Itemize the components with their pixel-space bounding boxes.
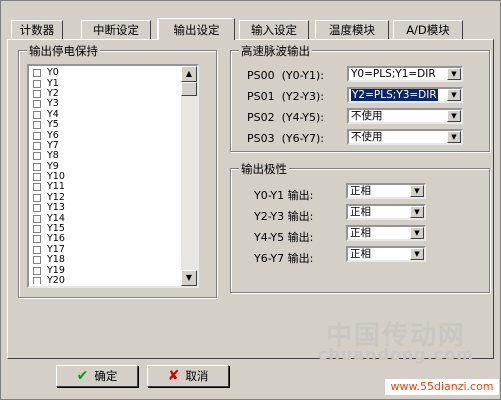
polarity-y2-select[interactable]: 正相 ▼ — [346, 204, 426, 220]
tab-label: 温度模块 — [329, 23, 375, 37]
checkbox[interactable] — [33, 256, 41, 265]
tab-label: 输入设定 — [251, 23, 297, 37]
checkbox[interactable] — [33, 204, 41, 213]
checkbox[interactable] — [33, 225, 41, 234]
polarity-y6-label: Y6-Y7 输出: — [254, 252, 314, 265]
tab-input-settings[interactable]: 输入设定 — [239, 20, 309, 39]
tab-output-settings[interactable]: 输出设定 — [157, 18, 235, 40]
tab-label: A/D模块 — [406, 23, 450, 37]
hold-list-item[interactable]: Y13 — [33, 203, 181, 213]
checkbox[interactable] — [33, 89, 41, 98]
hold-item-label: Y8 — [47, 150, 59, 162]
tab-label: 计数器 — [19, 23, 55, 37]
polarity-y4-label: Y4-Y5 输出: — [254, 231, 314, 244]
hold-listbox[interactable]: Y0 Y1 Y2 Y3 Y4 Y5 Y6 Y7 Y8 Y9 Y10 Y11 Y12 Y13 Y14 Y15 Y1… — [27, 64, 199, 288]
chevron-down-icon[interactable]: ▼ — [447, 110, 461, 122]
checkbox[interactable] — [33, 162, 41, 171]
chevron-down-icon[interactable]: ▼ — [447, 131, 461, 143]
hold-item-label: Y13 — [47, 202, 65, 214]
hold-item-label: Y16 — [47, 233, 65, 245]
tab-temperature-module[interactable]: 温度模块 — [315, 20, 389, 39]
pulse-group-title: 高速脉波输出 — [239, 43, 312, 59]
ps02-value: 不使用 — [351, 110, 383, 122]
checkbox[interactable] — [33, 110, 41, 119]
chevron-down-icon[interactable]: ▼ — [410, 185, 424, 197]
polarity-y0-label: Y0-Y1 输出: — [254, 189, 314, 202]
tab-ad-module[interactable]: A/D模块 — [393, 20, 463, 39]
checkbox[interactable] — [33, 141, 41, 150]
hold-list-item[interactable]: Y5 — [33, 120, 181, 130]
polarity-group-title: 输出极性 — [239, 161, 289, 177]
cancel-button[interactable]: ✘ 取消 — [147, 365, 229, 387]
ps00-label: PS00 (Y0-Y1): — [247, 69, 324, 82]
tab-label: 输出设定 — [173, 23, 220, 37]
checkmark-icon: ✔ — [76, 368, 89, 384]
watermark-url: www.55dianzi.com — [385, 379, 499, 395]
checkbox[interactable] — [33, 100, 41, 109]
ps03-label: PS03 (Y6-Y7): — [247, 132, 324, 145]
checkbox[interactable] — [33, 214, 41, 223]
checkbox[interactable] — [33, 235, 41, 244]
hold-list-item[interactable]: Y18 — [33, 255, 181, 265]
ps01-select[interactable]: Y2=PLS;Y3=DIR ▼ — [347, 87, 463, 103]
checkbox[interactable] — [33, 69, 41, 78]
hold-list-item[interactable]: Y20 — [33, 276, 181, 284]
ps00-select[interactable]: Y0=PLS;Y1=DIR ▼ — [347, 66, 463, 82]
checkbox[interactable] — [33, 152, 41, 161]
polarity-y2-value: 正相 — [350, 206, 371, 218]
polarity-y4-select[interactable]: 正相 ▼ — [346, 225, 426, 241]
chevron-down-icon[interactable]: ▼ — [410, 206, 424, 218]
vertical-scrollbar[interactable]: ▲ ▼ — [181, 66, 197, 286]
checkbox[interactable] — [33, 173, 41, 182]
hold-item-label: Y11 — [47, 181, 65, 193]
polarity-y4-value: 正相 — [350, 227, 371, 239]
ps03-value: 不使用 — [351, 131, 383, 143]
tab-label: 中断设定 — [93, 23, 139, 37]
hold-list-item[interactable]: Y0 — [33, 68, 181, 78]
hold-item-label: Y0 — [47, 68, 59, 79]
ps02-select[interactable]: 不使用 ▼ — [347, 108, 463, 124]
polarity-y2-label: Y2-Y3 输出: — [254, 210, 314, 223]
checkbox[interactable] — [33, 131, 41, 140]
hold-list-items: Y0 Y1 Y2 Y3 Y4 Y5 Y6 Y7 Y8 Y9 Y10 Y11 Y12 Y13 Y14 Y15 Y1… — [33, 68, 181, 284]
hold-item-label: Y20 — [47, 275, 65, 285]
tab-interrupt[interactable]: 中断设定 — [81, 20, 151, 39]
checkbox[interactable] — [33, 183, 41, 192]
polarity-y0-select[interactable]: 正相 ▼ — [346, 183, 426, 199]
scroll-thumb[interactable] — [181, 82, 197, 96]
hold-item-label: Y5 — [47, 119, 59, 131]
ok-button-label: 确定 — [94, 369, 118, 383]
ps03-select[interactable]: 不使用 ▼ — [347, 129, 463, 145]
checkbox[interactable] — [33, 79, 41, 88]
polarity-y0-value: 正相 — [350, 185, 371, 197]
hold-group-title: 输出停电保持 — [27, 43, 100, 59]
tab-counter[interactable]: 计数器 — [11, 20, 63, 39]
hold-item-label: Y3 — [47, 98, 59, 110]
checkbox[interactable] — [33, 266, 41, 275]
chevron-down-icon[interactable]: ▼ — [447, 89, 461, 101]
checkbox[interactable] — [33, 277, 41, 284]
checkbox[interactable] — [33, 245, 41, 254]
ps02-label: PS02 (Y4-Y5): — [247, 111, 324, 124]
scroll-up-icon[interactable]: ▲ — [181, 66, 197, 82]
watermark-domain: chuandong.com — [318, 345, 474, 364]
hold-list-item[interactable]: Y8 — [33, 151, 181, 161]
cancel-button-label: 取消 — [185, 369, 209, 383]
ps01-label: PS01 (Y2-Y3): — [247, 90, 324, 103]
hold-list-item[interactable]: Y3 — [33, 99, 181, 109]
chevron-down-icon[interactable]: ▼ — [410, 248, 424, 260]
checkbox[interactable] — [33, 193, 41, 202]
chevron-down-icon[interactable]: ▼ — [410, 227, 424, 239]
close-icon: ✘ — [167, 368, 180, 384]
ok-button[interactable]: ✔ 确定 — [56, 365, 138, 387]
hold-item-label: Y18 — [47, 254, 65, 266]
dialog-window: 计数器 中断设定 输出设定 输入设定 温度模块 A/D模块 输出停电保持 Y0 Y… — [0, 0, 501, 400]
polarity-y6-select[interactable]: 正相 ▼ — [346, 246, 426, 262]
checkbox[interactable] — [33, 121, 41, 130]
ps00-value: Y0=PLS;Y1=DIR — [351, 68, 436, 80]
polarity-y6-value: 正相 — [350, 248, 371, 260]
ps01-value: Y2=PLS;Y3=DIR — [351, 89, 438, 101]
chevron-down-icon[interactable]: ▼ — [447, 68, 461, 80]
scroll-down-icon[interactable]: ▼ — [181, 270, 197, 286]
